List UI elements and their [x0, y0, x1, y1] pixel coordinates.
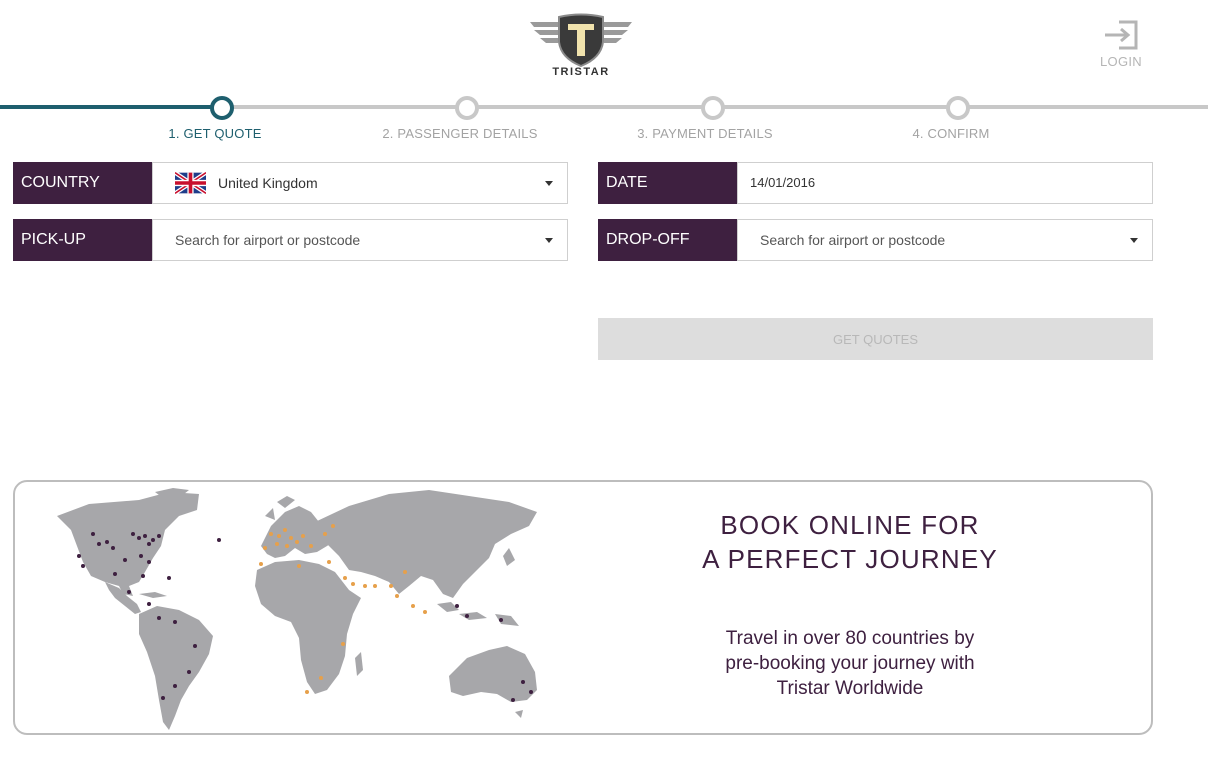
- brand-name: TRISTAR: [552, 66, 610, 78]
- banner-title: BOOK ONLINE FOR A PERFECT JOURNEY: [655, 508, 1045, 576]
- promo-banner: BOOK ONLINE FOR A PERFECT JOURNEY Travel…: [13, 480, 1153, 735]
- banner-desc-line-2: pre-booking your journey with: [725, 653, 975, 674]
- dropoff-placeholder: Search for airport or postcode: [760, 232, 946, 248]
- banner-description: Travel in over 80 countries by pre-booki…: [655, 626, 1045, 701]
- pickup-field: PICK-UP Search for airport or postcode: [13, 219, 568, 261]
- date-input[interactable]: 14/01/2016: [737, 162, 1153, 204]
- banner-title-line-2: A PERFECT JOURNEY: [702, 544, 998, 574]
- login-arrow-icon: [1105, 20, 1138, 50]
- chevron-down-icon: [1130, 238, 1138, 243]
- tristar-winged-shield-logo: [530, 13, 632, 68]
- tristar-logo[interactable]: TRISTAR: [528, 12, 634, 80]
- login-label: LOGIN: [1100, 54, 1142, 69]
- progress-track-fill: [0, 105, 222, 109]
- pickup-select[interactable]: Search for airport or postcode: [152, 219, 568, 261]
- pickup-label: PICK-UP: [13, 219, 152, 261]
- step-4-label: 4. CONFIRM: [912, 126, 990, 141]
- step-3-dot: [701, 96, 725, 120]
- banner-title-line-1: BOOK ONLINE FOR: [720, 510, 980, 540]
- progress-track: [0, 105, 1208, 109]
- country-select[interactable]: United Kingdom: [152, 162, 568, 204]
- dropoff-label: DROP-OFF: [598, 219, 737, 261]
- uk-flag-icon: [175, 171, 206, 195]
- step-1-dot: [210, 96, 234, 120]
- dropoff-select[interactable]: Search for airport or postcode: [737, 219, 1153, 261]
- chevron-down-icon: [545, 238, 553, 243]
- pickup-placeholder: Search for airport or postcode: [175, 232, 361, 248]
- banner-desc-line-1: Travel in over 80 countries by: [725, 628, 975, 649]
- step-1-label[interactable]: 1. GET QUOTE: [115, 126, 315, 141]
- banner-desc-line-3: Tristar Worldwide: [776, 678, 924, 699]
- step-2-label: 2. PASSENGER DETAILS: [382, 126, 538, 141]
- country-label: COUNTRY: [13, 162, 152, 204]
- login-link[interactable]: LOGIN: [1094, 20, 1148, 74]
- step-4-dot: [946, 96, 970, 120]
- date-field: DATE 14/01/2016: [598, 162, 1153, 204]
- dropoff-field: DROP-OFF Search for airport or postcode: [598, 219, 1153, 261]
- date-value: 14/01/2016: [750, 175, 816, 190]
- get-quotes-button[interactable]: GET QUOTES: [598, 318, 1153, 360]
- country-value: United Kingdom: [218, 175, 318, 191]
- world-coverage-map: [57, 488, 537, 730]
- country-field: COUNTRY United Kingdom: [13, 162, 568, 204]
- date-label: DATE: [598, 162, 737, 204]
- step-3-label: 3. PAYMENT DETAILS: [637, 126, 773, 141]
- step-2-dot: [455, 96, 479, 120]
- chevron-down-icon: [545, 181, 553, 186]
